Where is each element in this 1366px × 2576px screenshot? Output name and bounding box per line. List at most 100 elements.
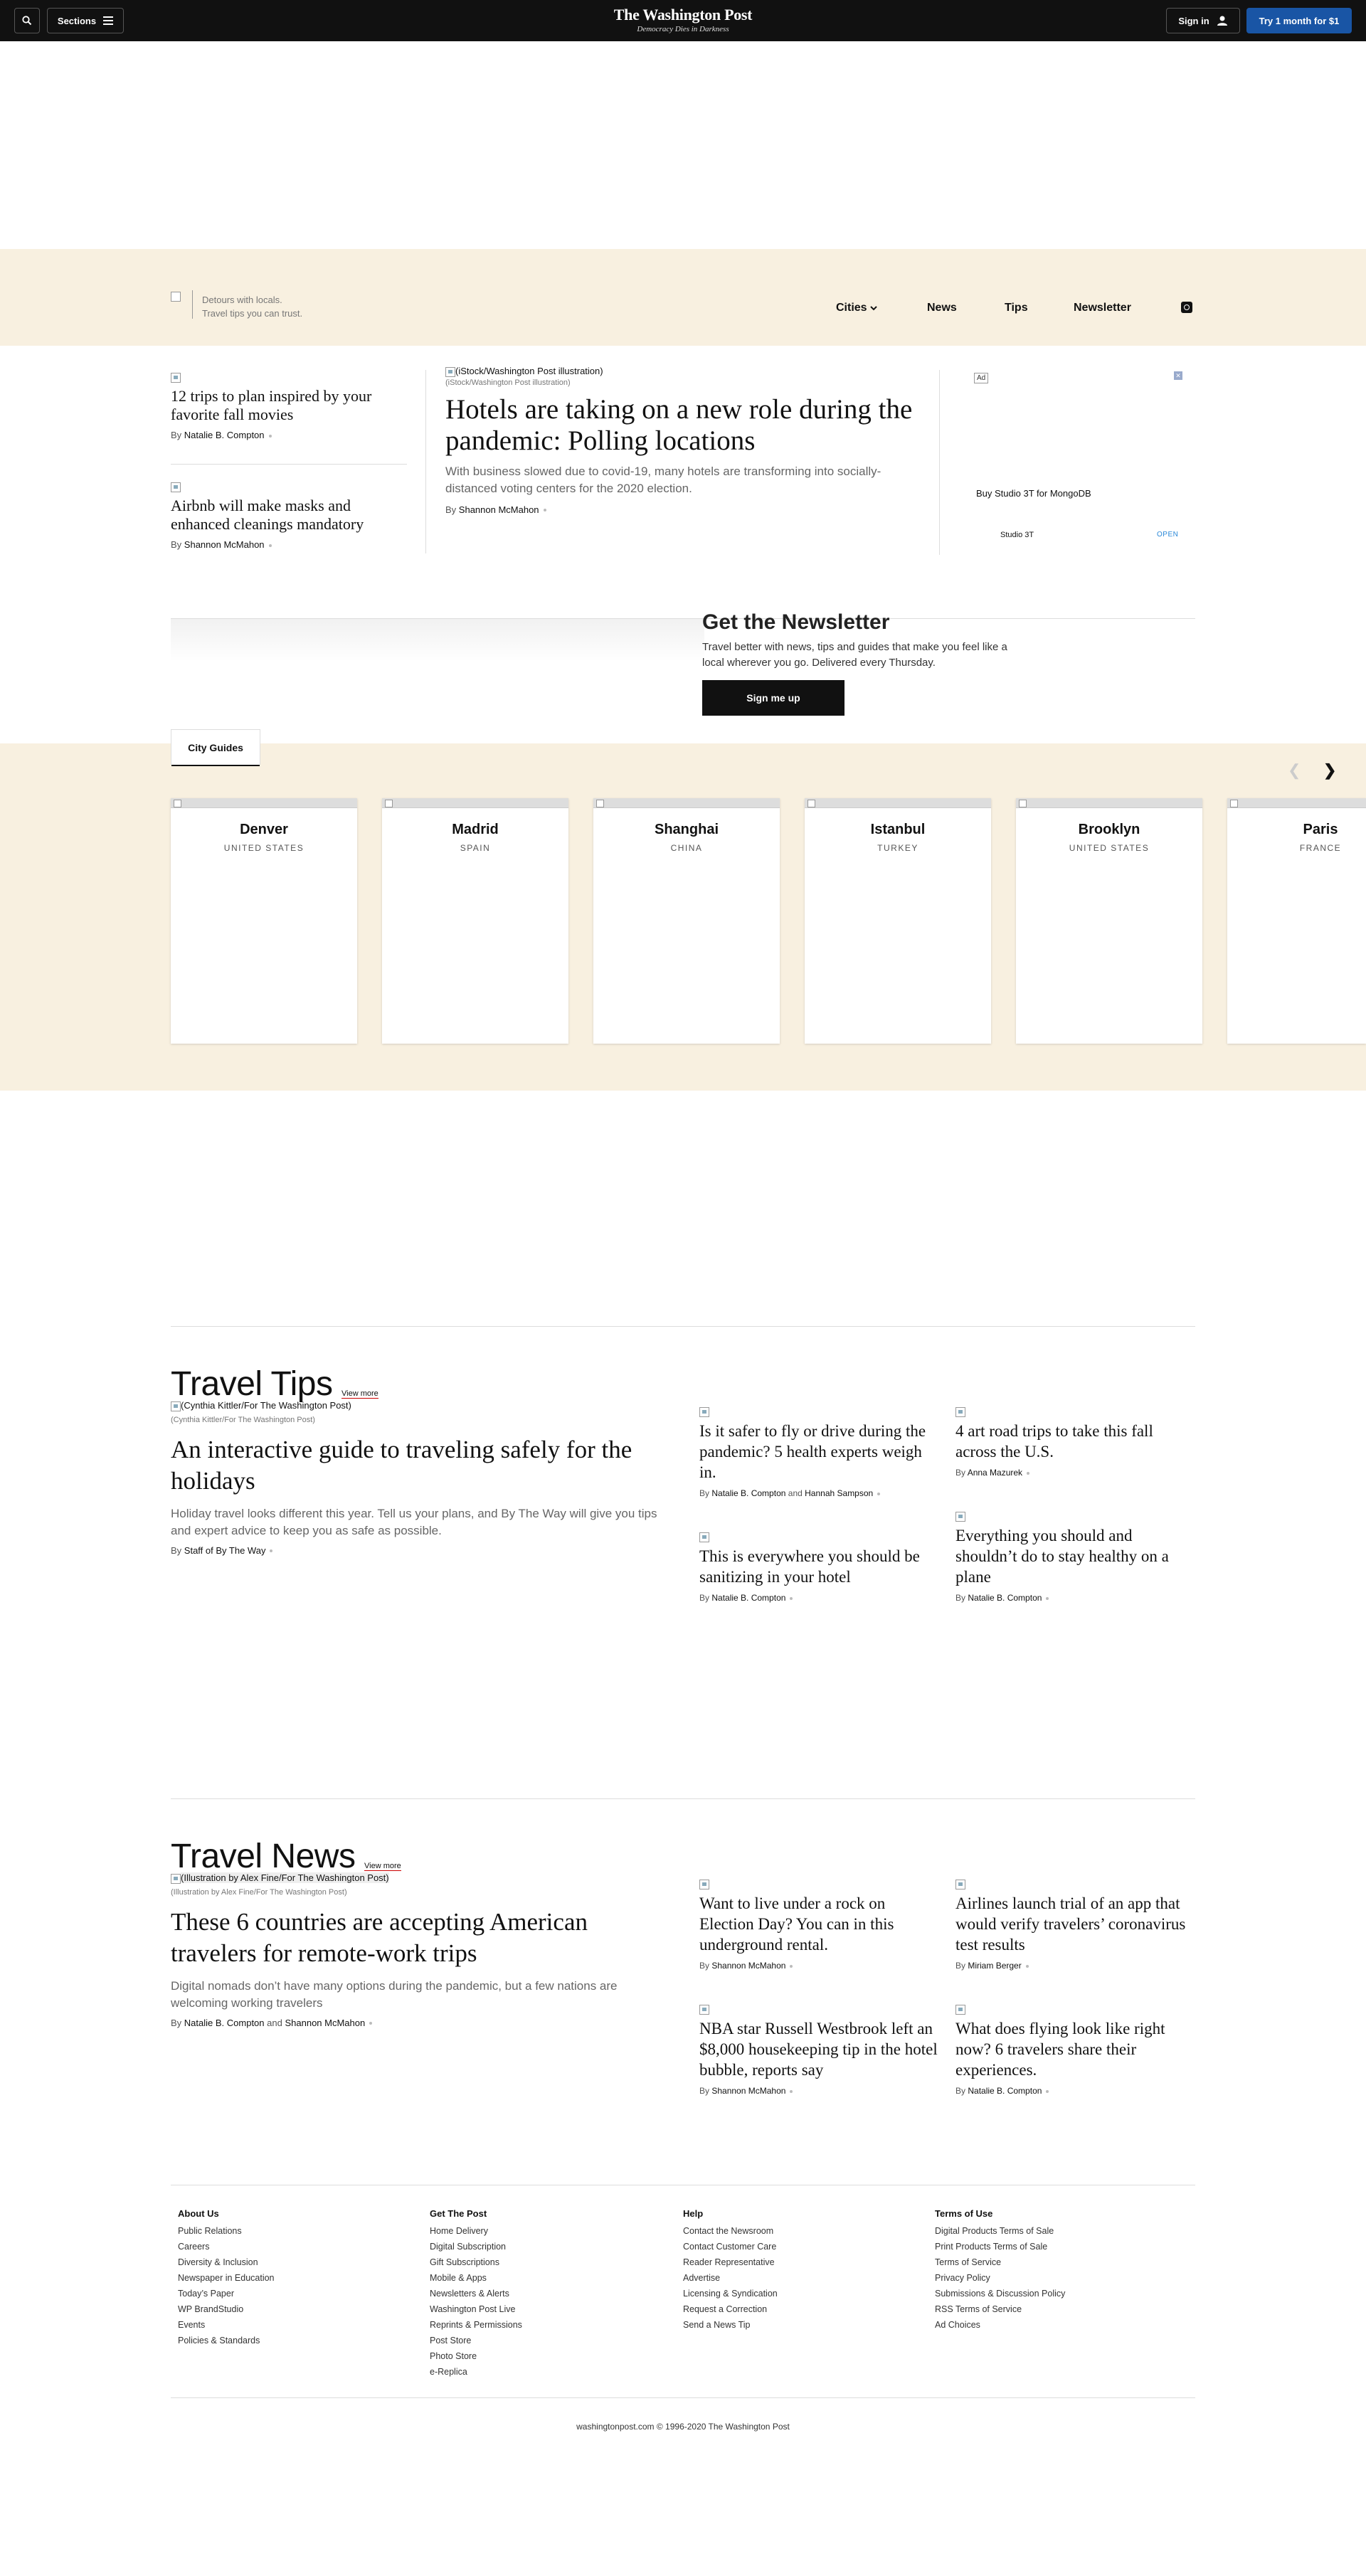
story-headline[interactable]: Everything you should and shouldn’t do t… <box>955 1525 1195 1587</box>
story-headline[interactable]: Airlines launch trial of an app that wou… <box>955 1893 1195 1955</box>
dot-icon <box>268 434 272 438</box>
tips-story-3[interactable]: This is everywhere you should be sanitiz… <box>699 1531 938 1603</box>
story-left-1[interactable]: 12 trips to plan inspired by your favori… <box>171 371 407 440</box>
instagram-icon[interactable] <box>1181 302 1192 313</box>
ad-brand[interactable]: Studio 3T <box>1000 531 1034 539</box>
story-headline[interactable]: NBA star Russell Westbrook left an $8,00… <box>699 2018 938 2080</box>
news-lead-headline[interactable]: These 6 countries are accepting American… <box>171 1907 676 1969</box>
nav-news[interactable]: News <box>927 302 957 314</box>
footer-link[interactable]: Home Delivery <box>430 2223 522 2239</box>
footer-link[interactable]: Contact the Newsroom <box>683 2223 778 2239</box>
footer-link[interactable]: Public Relations <box>178 2223 275 2239</box>
footer-link[interactable]: Reader Representative <box>683 2254 778 2270</box>
story-left-2[interactable]: Airbnb will make masks and enhanced clea… <box>171 481 407 550</box>
lead-story[interactable]: (iStock/Washington Post illustration) (i… <box>445 366 915 515</box>
footer-link[interactable]: Terms of Service <box>935 2254 1065 2270</box>
footer-link[interactable]: RSS Terms of Service <box>935 2301 1065 2317</box>
story-headline[interactable]: 4 art road trips to take this fall acros… <box>955 1421 1195 1462</box>
tips-story-4[interactable]: Everything you should and shouldn’t do t… <box>955 1510 1195 1603</box>
top-bar: Sections The Washington Post Democracy D… <box>0 0 1366 41</box>
story-headline[interactable]: Is it safer to fly or drive during the p… <box>699 1421 938 1483</box>
footer-link[interactable]: Photo Store <box>430 2348 522 2364</box>
footer-link[interactable]: Contact Customer Care <box>683 2239 778 2254</box>
footer-link[interactable]: Send a News Tip <box>683 2317 778 2333</box>
footer-link[interactable]: Careers <box>178 2239 275 2254</box>
footer-link[interactable]: Newsletters & Alerts <box>430 2286 522 2301</box>
subscribe-button[interactable]: Try 1 month for $1 <box>1246 8 1352 33</box>
tips-lead-headline[interactable]: An interactive guide to traveling safely… <box>171 1434 676 1497</box>
footer-link[interactable]: Licensing & Syndication <box>683 2286 778 2301</box>
search-button[interactable] <box>14 8 40 33</box>
city-card-brooklyn[interactable]: Brooklyn UNITED STATES <box>1016 798 1202 1044</box>
travel-tips-view-more-link[interactable]: View more <box>342 1389 378 1399</box>
footer-link[interactable]: Privacy Policy <box>935 2270 1065 2286</box>
dot-icon <box>268 544 272 547</box>
footer-link[interactable]: Print Products Terms of Sale <box>935 2239 1065 2254</box>
story-headline[interactable]: Want to live under a rock on Election Da… <box>699 1893 938 1955</box>
tips-story-1[interactable]: Is it safer to fly or drive during the p… <box>699 1406 938 1498</box>
footer-link[interactable]: Ad Choices <box>935 2317 1065 2333</box>
tab-city-guides[interactable]: City Guides <box>171 729 260 766</box>
dot-icon <box>790 2089 793 2093</box>
sign-in-button[interactable]: Sign in <box>1166 8 1240 33</box>
story-headline[interactable]: This is everywhere you should be sanitiz… <box>699 1546 938 1587</box>
news-story-3[interactable]: NBA star Russell Westbrook left an $8,00… <box>699 2003 938 2096</box>
story-headline[interactable]: What does flying look like right now? 6 … <box>955 2018 1195 2080</box>
tips-lead-story[interactable]: (Cynthia Kittler/For The Washington Post… <box>171 1400 676 1556</box>
travel-tips-title[interactable]: Travel Tips <box>171 1364 333 1404</box>
dot-icon <box>1046 2089 1049 2093</box>
travel-news-title[interactable]: Travel News <box>171 1837 356 1876</box>
footer-link[interactable]: Washington Post Live <box>430 2301 522 2317</box>
carousel-prev-icon[interactable]: ❮ <box>1288 761 1301 780</box>
carousel-next-icon[interactable]: ❯ <box>1323 761 1336 780</box>
lead-headline[interactable]: Hotels are taking on a new role during t… <box>445 394 915 457</box>
tips-story-2[interactable]: 4 art road trips to take this fall acros… <box>955 1406 1195 1478</box>
nav-tips[interactable]: Tips <box>1005 302 1028 314</box>
story-headline[interactable]: Airbnb will make masks and enhanced clea… <box>171 497 407 534</box>
footer-link[interactable]: Post Store <box>430 2333 522 2348</box>
ad-title[interactable]: Buy Studio 3T for MongoDB <box>976 488 1091 499</box>
city-card-denver[interactable]: Denver UNITED STATES <box>171 798 357 1044</box>
footer-column-terms: Terms of Use Digital Products Terms of S… <box>935 2208 1065 2333</box>
sections-button[interactable]: Sections <box>47 8 124 33</box>
footer-link[interactable]: Diversity & Inclusion <box>178 2254 275 2270</box>
footer-link[interactable]: Submissions & Discussion Policy <box>935 2286 1065 2301</box>
footer-link[interactable]: Request a Correction <box>683 2301 778 2317</box>
footer-link[interactable]: e-Replica <box>430 2364 522 2380</box>
city-card-shanghai[interactable]: Shanghai CHINA <box>593 798 780 1044</box>
footer-link[interactable]: WP BrandStudio <box>178 2301 275 2317</box>
masthead[interactable]: The Washington Post Democracy Dies in Da… <box>541 6 825 33</box>
newsletter-signup-button[interactable]: Sign me up <box>702 680 845 716</box>
city-card-istanbul[interactable]: Istanbul TURKEY <box>805 798 991 1044</box>
news-story-2[interactable]: Airlines launch trial of an app that wou… <box>955 1878 1195 1971</box>
nav-newsletter[interactable]: Newsletter <box>1074 302 1131 314</box>
news-lead-story[interactable]: (Illustration by Alex Fine/For The Washi… <box>171 1872 676 2028</box>
lead-byline: By Shannon McMahon <box>445 504 915 515</box>
nav-cities[interactable]: Cities <box>836 302 877 314</box>
story-headline[interactable]: 12 trips to plan inspired by your favori… <box>171 387 407 424</box>
travel-news-view-more-link[interactable]: View more <box>364 1862 401 1871</box>
footer-link[interactable]: Digital Subscription <box>430 2239 522 2254</box>
lead-image[interactable]: (iStock/Washington Post illustration) <box>445 366 915 377</box>
footer-link[interactable]: Policies & Standards <box>178 2333 275 2348</box>
footer-link[interactable]: Mobile & Apps <box>430 2270 522 2286</box>
by-the-way-logo[interactable] <box>171 292 181 302</box>
news-story-4[interactable]: What does flying look like right now? 6 … <box>955 2003 1195 2096</box>
footer-link[interactable]: Events <box>178 2317 275 2333</box>
story-image <box>955 1879 965 1889</box>
footer-link[interactable]: Advertise <box>683 2270 778 2286</box>
newsletter-description: Travel better with news, tips and guides… <box>702 641 1007 669</box>
ad-open-link[interactable]: OPEN <box>1157 531 1178 539</box>
footer-link[interactable]: Newspaper in Education <box>178 2270 275 2286</box>
city-card-paris[interactable]: Paris FRANCE <box>1227 798 1366 1044</box>
news-lead-image[interactable]: (Illustration by Alex Fine/For The Washi… <box>171 1872 676 1884</box>
city-card-madrid[interactable]: Madrid SPAIN <box>382 798 568 1044</box>
footer-link[interactable]: Digital Products Terms of Sale <box>935 2223 1065 2239</box>
story-image <box>171 482 181 492</box>
news-story-1[interactable]: Want to live under a rock on Election Da… <box>699 1878 938 1971</box>
ad-close-icon[interactable]: ✕ <box>1174 371 1182 380</box>
footer-link[interactable]: Today’s Paper <box>178 2286 275 2301</box>
footer-link[interactable]: Reprints & Permissions <box>430 2317 522 2333</box>
footer-link[interactable]: Gift Subscriptions <box>430 2254 522 2270</box>
tips-lead-image[interactable]: (Cynthia Kittler/For The Washington Post… <box>171 1400 676 1411</box>
